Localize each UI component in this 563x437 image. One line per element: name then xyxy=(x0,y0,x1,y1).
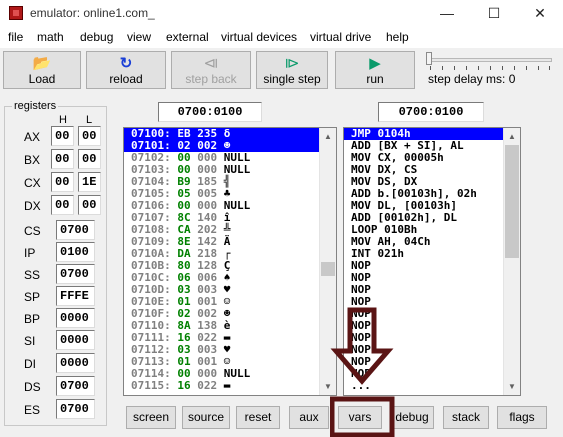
step-back-button[interactable]: ⧏ step back xyxy=(171,51,251,89)
flags-button[interactable]: flags xyxy=(497,406,547,429)
close-button[interactable]: ✕ xyxy=(517,0,563,28)
step-delay-label: step delay ms: 0 xyxy=(428,72,516,86)
register-name-ds: DS xyxy=(24,380,41,394)
menu-view[interactable]: view xyxy=(127,30,151,44)
menu-file[interactable]: file xyxy=(8,30,23,44)
step-delay-slider-thumb[interactable] xyxy=(426,52,432,65)
register-dl[interactable]: 00 xyxy=(78,195,101,215)
register-bp[interactable]: 0000 xyxy=(56,308,95,328)
register-name-ss: SS xyxy=(24,268,41,282)
app-icon xyxy=(9,6,23,20)
disassembly-address-input[interactable]: 0700:0100 xyxy=(378,102,484,122)
register-name-bx: BX xyxy=(24,153,41,167)
register-ah[interactable]: 00 xyxy=(51,126,74,146)
register-al[interactable]: 00 xyxy=(78,126,101,146)
memory-row[interactable]: 07115: 16 022 ▬ xyxy=(124,380,320,392)
title-bar: emulator: online1.com_ — ☐ ✕ xyxy=(0,0,563,28)
run-label: run xyxy=(366,72,384,86)
register-ds[interactable]: 0700 xyxy=(56,376,95,396)
run-icon: ▶ xyxy=(369,55,381,72)
aux-button[interactable]: aux xyxy=(289,406,329,429)
maximize-button[interactable]: ☐ xyxy=(471,0,517,28)
stack-button[interactable]: stack xyxy=(443,406,489,429)
annotation-arrow-icon xyxy=(330,307,395,437)
menu-bar: file math debug view external virtual de… xyxy=(0,28,563,48)
menu-external[interactable]: external xyxy=(166,30,209,44)
register-name-sp: SP xyxy=(24,290,41,304)
disassembly-scroll-thumb[interactable] xyxy=(505,145,519,258)
register-bh[interactable]: 00 xyxy=(51,149,74,169)
memory-rows: 07100: EB 235 δ 07101: 02 002 ☻ 07102: 00 … xyxy=(124,128,320,392)
register-cs[interactable]: 0700 xyxy=(56,220,95,240)
register-name-es: ES xyxy=(24,403,41,417)
run-button[interactable]: ▶ run xyxy=(335,51,415,89)
h-column-header: H xyxy=(59,114,67,126)
register-name-di: DI xyxy=(24,357,36,371)
memory-row-address: 07115: xyxy=(131,379,171,392)
memory-row-hex: 16 xyxy=(177,379,191,392)
screen-button[interactable]: screen xyxy=(126,406,176,429)
menu-virtual-drive[interactable]: virtual drive xyxy=(310,30,371,44)
scroll-up-arrow-icon[interactable]: ▲ xyxy=(320,128,336,145)
window-title: emulator: online1.com_ xyxy=(30,6,155,20)
memory-address-input[interactable]: 0700:0100 xyxy=(158,102,262,122)
single-step-button[interactable]: ⧐ single step xyxy=(256,51,328,89)
register-di[interactable]: 0000 xyxy=(56,353,95,373)
minimize-button[interactable]: — xyxy=(424,0,470,28)
register-name-ip: IP xyxy=(24,246,36,260)
disassembly-scrollbar[interactable]: ▲ ▼ xyxy=(503,128,520,395)
register-sp[interactable]: FFFE xyxy=(56,286,95,306)
registers-caption: registers xyxy=(12,100,59,112)
step-back-label: step back xyxy=(185,72,237,86)
l-column-header: L xyxy=(86,114,93,126)
register-si[interactable]: 0000 xyxy=(56,330,95,350)
memory-row-char: ▬ xyxy=(223,379,231,392)
menu-math[interactable]: math xyxy=(37,30,64,44)
menu-virtual-devices[interactable]: virtual devices xyxy=(221,30,297,44)
memory-list[interactable]: 07100: EB 235 δ 07101: 02 002 ☻ 07102: 00 … xyxy=(123,127,337,396)
register-ip[interactable]: 0100 xyxy=(56,242,95,262)
memory-scroll-thumb[interactable] xyxy=(321,262,335,276)
register-es[interactable]: 0700 xyxy=(56,399,95,419)
menu-help[interactable]: help xyxy=(386,30,409,44)
step-delay-slider-ticks xyxy=(430,66,550,70)
memory-row-decimal: 022 xyxy=(197,379,218,392)
load-button[interactable]: 📂 Load xyxy=(3,51,81,89)
register-dh[interactable]: 00 xyxy=(51,195,74,215)
single-step-label: single step xyxy=(263,72,321,86)
register-ss[interactable]: 0700 xyxy=(56,264,95,284)
source-button[interactable]: source xyxy=(182,406,230,429)
step-delay-slider-track[interactable] xyxy=(428,58,552,62)
load-label: Load xyxy=(28,72,56,86)
register-name-si: SI xyxy=(24,334,36,348)
register-bl[interactable]: 00 xyxy=(78,149,101,169)
step-back-icon: ⧏ xyxy=(203,55,219,72)
folder-open-icon: 📂 xyxy=(32,55,52,72)
register-name-dx: DX xyxy=(24,199,41,213)
register-ch[interactable]: 00 xyxy=(51,172,74,192)
register-name-ax: AX xyxy=(24,130,41,144)
scroll-up-arrow-icon[interactable]: ▲ xyxy=(504,128,520,145)
scroll-down-arrow-icon[interactable]: ▼ xyxy=(504,378,520,395)
menu-debug[interactable]: debug xyxy=(80,30,113,44)
reload-button[interactable]: ↻ reload xyxy=(86,51,166,89)
register-name-cx: CX xyxy=(24,176,41,190)
reload-icon: ↻ xyxy=(119,55,133,72)
register-name-bp: BP xyxy=(24,312,41,326)
reload-label: reload xyxy=(109,72,143,86)
single-step-icon: ⧐ xyxy=(284,55,300,72)
reset-button[interactable]: reset xyxy=(236,406,280,429)
register-cl[interactable]: 1E xyxy=(78,172,101,192)
register-name-cs: CS xyxy=(24,224,41,238)
